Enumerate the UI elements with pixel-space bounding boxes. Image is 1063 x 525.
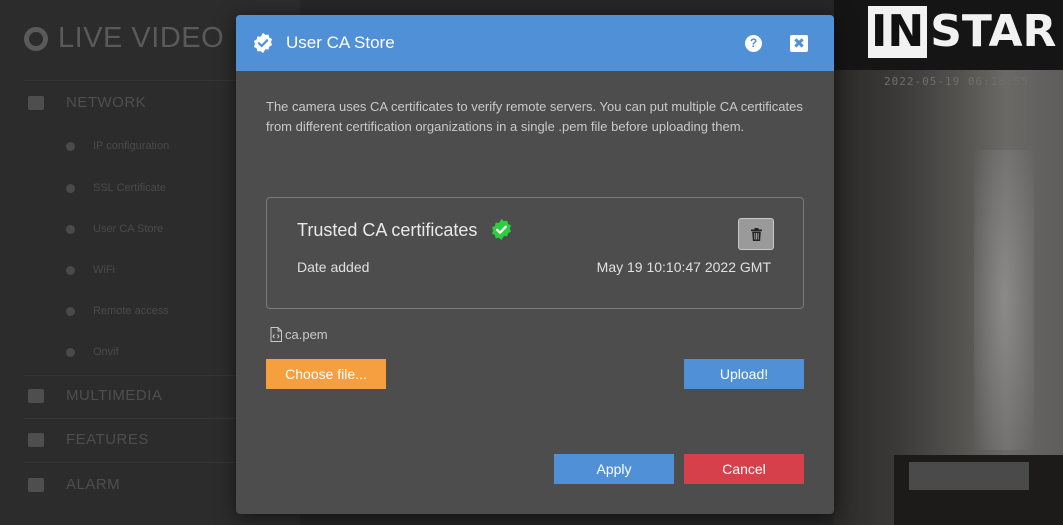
app-brand: LIVE VIDEO xyxy=(24,22,224,55)
nav-section-label: ALARM xyxy=(66,476,121,493)
camera-object xyxy=(909,462,1029,490)
bell-icon xyxy=(28,477,44,492)
apply-button[interactable]: Apply xyxy=(554,454,674,484)
nav-item-remote-access[interactable]: Remote access xyxy=(66,305,169,317)
cancel-button[interactable]: Cancel xyxy=(684,454,804,484)
camera-light xyxy=(974,150,1034,450)
delete-certificate-button[interactable] xyxy=(738,218,774,250)
nav-section-label: NETWORK xyxy=(66,94,147,111)
nav-section-label: MULTIMEDIA xyxy=(66,387,163,404)
help-button[interactable]: ? xyxy=(745,35,762,52)
nav-section-multimedia[interactable]: MULTIMEDIA xyxy=(28,387,162,404)
dialog-title: User CA Store xyxy=(286,33,395,52)
nav-item-label: Onvif xyxy=(93,346,119,358)
logo-part: IN xyxy=(868,6,928,58)
date-added-label: Date added xyxy=(297,259,370,275)
camera-stream: IN STAR 2022-05-19 06:18:55 xyxy=(834,0,1063,525)
nav-item-label: Remote access xyxy=(93,305,169,317)
wifi-icon xyxy=(66,265,75,275)
network-icon xyxy=(28,95,44,110)
logo-part: STAR xyxy=(930,6,1057,57)
onvif-icon xyxy=(66,347,75,357)
verified-check-icon xyxy=(492,218,511,241)
close-button[interactable]: ✖ xyxy=(790,35,808,52)
instar-logo: IN STAR xyxy=(868,6,1056,58)
image-icon xyxy=(28,388,44,403)
certificate-title: Trusted CA certificates xyxy=(297,220,478,240)
nav-section-features[interactable]: FEATURES xyxy=(28,431,149,448)
nav-section-alarm[interactable]: ALARM xyxy=(28,476,120,493)
certificate-icon xyxy=(66,224,75,234)
certificate-icon xyxy=(66,183,75,193)
brand-logo-icon xyxy=(24,26,48,51)
verified-badge-icon xyxy=(253,32,273,54)
camera-timestamp: 2022-05-19 06:18:55 xyxy=(884,75,1029,88)
certificate-card: Trusted CA certificates Date added May 1… xyxy=(266,197,804,309)
nav-item-label: User CA Store xyxy=(93,223,164,235)
nav-item-label: WiFi xyxy=(93,264,115,276)
nav-section-label: FEATURES xyxy=(66,431,149,448)
nav-section-network[interactable]: NETWORK xyxy=(28,94,146,111)
selected-file: ca.pem xyxy=(270,327,328,342)
nav-item-onvif[interactable]: Onvif xyxy=(66,346,119,358)
settings-icon xyxy=(66,141,75,151)
trash-icon xyxy=(750,227,762,241)
nav-item-label: SSL Certificate xyxy=(93,182,166,194)
choose-file-button[interactable]: Choose file... xyxy=(266,359,386,389)
file-name: ca.pem xyxy=(285,327,328,342)
nav-item-label: IP configuration xyxy=(93,140,170,152)
brand-text: LIVE VIDEO xyxy=(58,22,225,54)
dialog-header: User CA Store ? ✖ xyxy=(236,15,834,71)
date-added-value: May 19 10:10:47 2022 GMT xyxy=(596,259,771,275)
remote-icon xyxy=(66,306,75,316)
file-code-icon xyxy=(270,327,282,342)
nav-item-wifi[interactable]: WiFi xyxy=(66,264,115,276)
nav-item-ip-configuration[interactable]: IP configuration xyxy=(66,140,169,152)
nav-item-user-ca-store[interactable]: User CA Store xyxy=(66,223,163,235)
features-icon xyxy=(28,432,44,447)
upload-button[interactable]: Upload! xyxy=(684,359,804,389)
nav-item-ssl-certificate[interactable]: SSL Certificate xyxy=(66,182,166,194)
dialog-description: The camera uses CA certificates to verif… xyxy=(266,99,803,134)
user-ca-store-dialog: User CA Store ? ✖ The camera uses CA cer… xyxy=(236,15,834,514)
